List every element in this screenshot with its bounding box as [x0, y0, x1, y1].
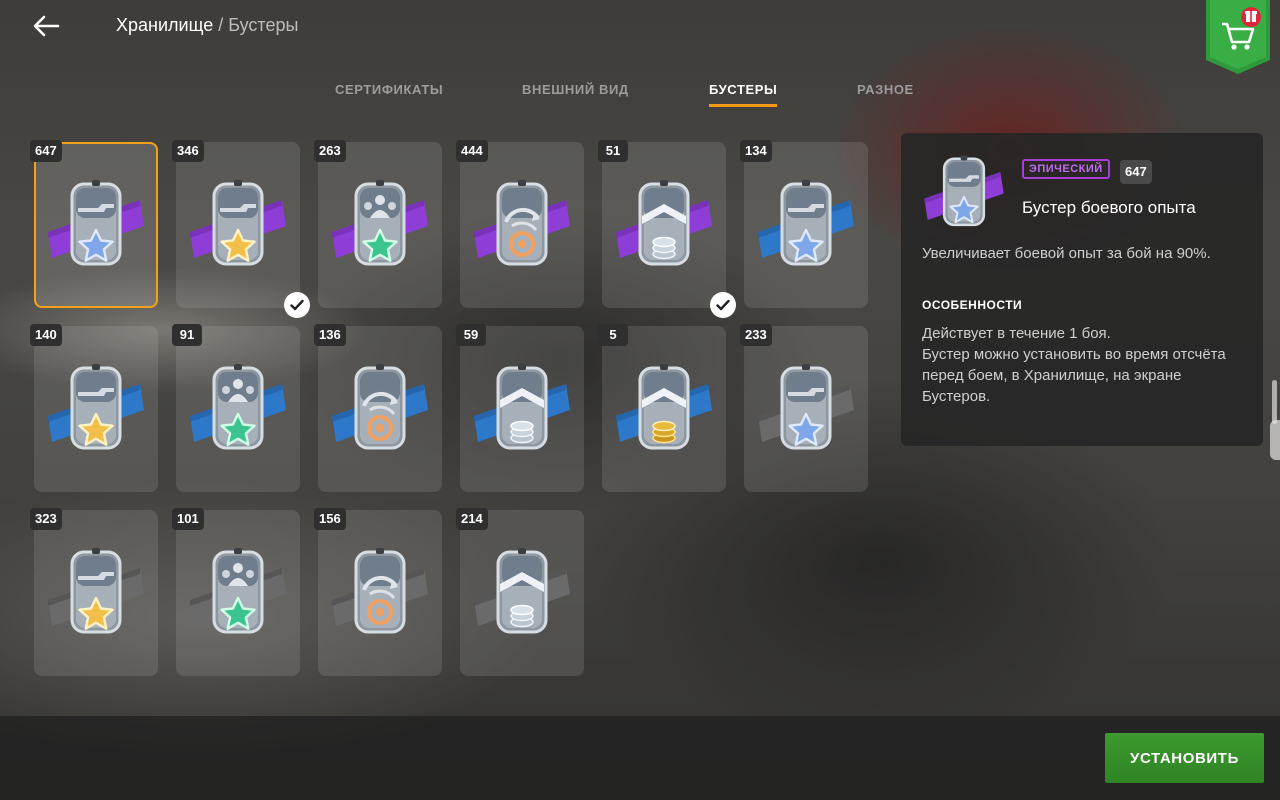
- booster-detail-panel: ЭПИЧЕСКИЙ 647 Бустер боевого опыта Увели…: [901, 133, 1263, 446]
- booster-count: 156: [314, 508, 346, 530]
- booster-card[interactable]: 444: [456, 140, 584, 308]
- install-button[interactable]: УСТАНОВИТЬ: [1105, 733, 1264, 783]
- booster-card[interactable]: 136: [314, 324, 442, 492]
- tab-misc[interactable]: РАЗНОЕ: [857, 82, 914, 107]
- tab-boosters[interactable]: БУСТЕРЫ: [709, 82, 778, 107]
- tab-certificates[interactable]: СЕРТИФИКАТЫ: [335, 82, 443, 107]
- booster-count: 346: [172, 140, 204, 162]
- breadcrumb-current: Бустеры: [228, 15, 299, 35]
- booster-card[interactable]: 59: [456, 324, 584, 492]
- breadcrumb: Хранилище / Бустеры: [116, 15, 298, 36]
- booster-count: 140: [30, 324, 62, 346]
- arrow-left-icon: [33, 15, 60, 37]
- tank-star-booster-icon: [758, 180, 854, 266]
- booster-card[interactable]: 51: [598, 140, 736, 318]
- breadcrumb-separator: /: [218, 15, 224, 35]
- booster-count: 647: [30, 140, 62, 162]
- bottom-bar: [0, 716, 1280, 800]
- booster-card[interactable]: 233: [740, 324, 868, 492]
- coins-booster-icon: [616, 180, 712, 266]
- refresh-booster-icon: [332, 548, 428, 634]
- features-text: Действует в течение 1 боя. Бустер можно …: [922, 323, 1242, 407]
- booster-count: 91: [172, 324, 202, 346]
- breadcrumb-root[interactable]: Хранилище: [116, 15, 213, 36]
- booster-description: Увеличивает боевой опыт за бой на 90%.: [922, 245, 1211, 262]
- booster-count: 444: [456, 140, 488, 162]
- refresh-booster-icon: [474, 180, 570, 266]
- shop-button[interactable]: [1206, 0, 1270, 74]
- features-title: ОСОБЕННОСТИ: [922, 298, 1023, 312]
- booster-card[interactable]: 647: [30, 140, 158, 308]
- tank-star-booster-icon: [758, 364, 854, 450]
- booster-count: 51: [598, 140, 628, 162]
- coins-booster-icon: [474, 364, 570, 450]
- booster-card[interactable]: 140: [30, 324, 158, 492]
- refresh-booster-icon: [332, 364, 428, 450]
- booster-name: Бустер боевого опыта: [1022, 198, 1196, 217]
- coins-booster-icon: [616, 364, 712, 450]
- booster-card[interactable]: 263: [314, 140, 442, 308]
- coins-booster-icon: [474, 548, 570, 634]
- booster-count: 101: [172, 508, 204, 530]
- booster-count: 5: [598, 324, 628, 346]
- booster-card[interactable]: 214: [456, 508, 584, 676]
- booster-card[interactable]: 323: [30, 508, 158, 676]
- booster-grid: 647 346 263 444 51 134 140 91 136 59 5 2…: [30, 140, 868, 676]
- booster-count: 263: [314, 140, 346, 162]
- booster-count: 323: [30, 508, 62, 530]
- shop-cart-icon: [1206, 0, 1270, 74]
- booster-card[interactable]: 346: [172, 140, 310, 318]
- back-button[interactable]: [30, 10, 62, 42]
- booster-card[interactable]: 91: [172, 324, 300, 492]
- rarity-badge: ЭПИЧЕСКИЙ: [1022, 159, 1110, 179]
- booster-card[interactable]: 156: [314, 508, 442, 676]
- features-line-duration: Действует в течение 1 боя.: [922, 325, 1111, 342]
- scrollbar-thumb[interactable]: [1272, 380, 1277, 424]
- booster-count: 233: [740, 324, 772, 346]
- equipped-check-icon: [284, 292, 310, 318]
- booster-count: 59: [456, 324, 486, 346]
- crew-star-booster-icon: [332, 180, 428, 266]
- booster-count: 214: [456, 508, 488, 530]
- booster-count: 136: [314, 324, 346, 346]
- features-line-usage: Бустер можно установить во время отсчёта…: [922, 346, 1226, 405]
- detail-count: 647: [1120, 160, 1152, 184]
- booster-card[interactable]: 5: [598, 324, 726, 492]
- crew-star-booster-icon: [190, 364, 286, 450]
- booster-count: 134: [740, 140, 772, 162]
- tank-star-booster-icon: [48, 548, 144, 634]
- crew-star-booster-icon: [190, 548, 286, 634]
- side-panel-handle[interactable]: [1270, 420, 1280, 460]
- equipped-check-icon: [710, 292, 736, 318]
- tab-appearance[interactable]: ВНЕШНИЙ ВИД: [522, 82, 629, 107]
- booster-xp-icon: [924, 155, 1004, 227]
- booster-card[interactable]: 101: [172, 508, 300, 676]
- booster-card[interactable]: 134: [740, 140, 868, 308]
- tank-star-booster-icon: [48, 180, 144, 266]
- tank-star-booster-icon: [190, 180, 286, 266]
- category-tabs: СЕРТИФИКАТЫ ВНЕШНИЙ ВИД БУСТЕРЫ РАЗНОЕ: [0, 82, 1280, 118]
- tank-star-booster-icon: [48, 364, 144, 450]
